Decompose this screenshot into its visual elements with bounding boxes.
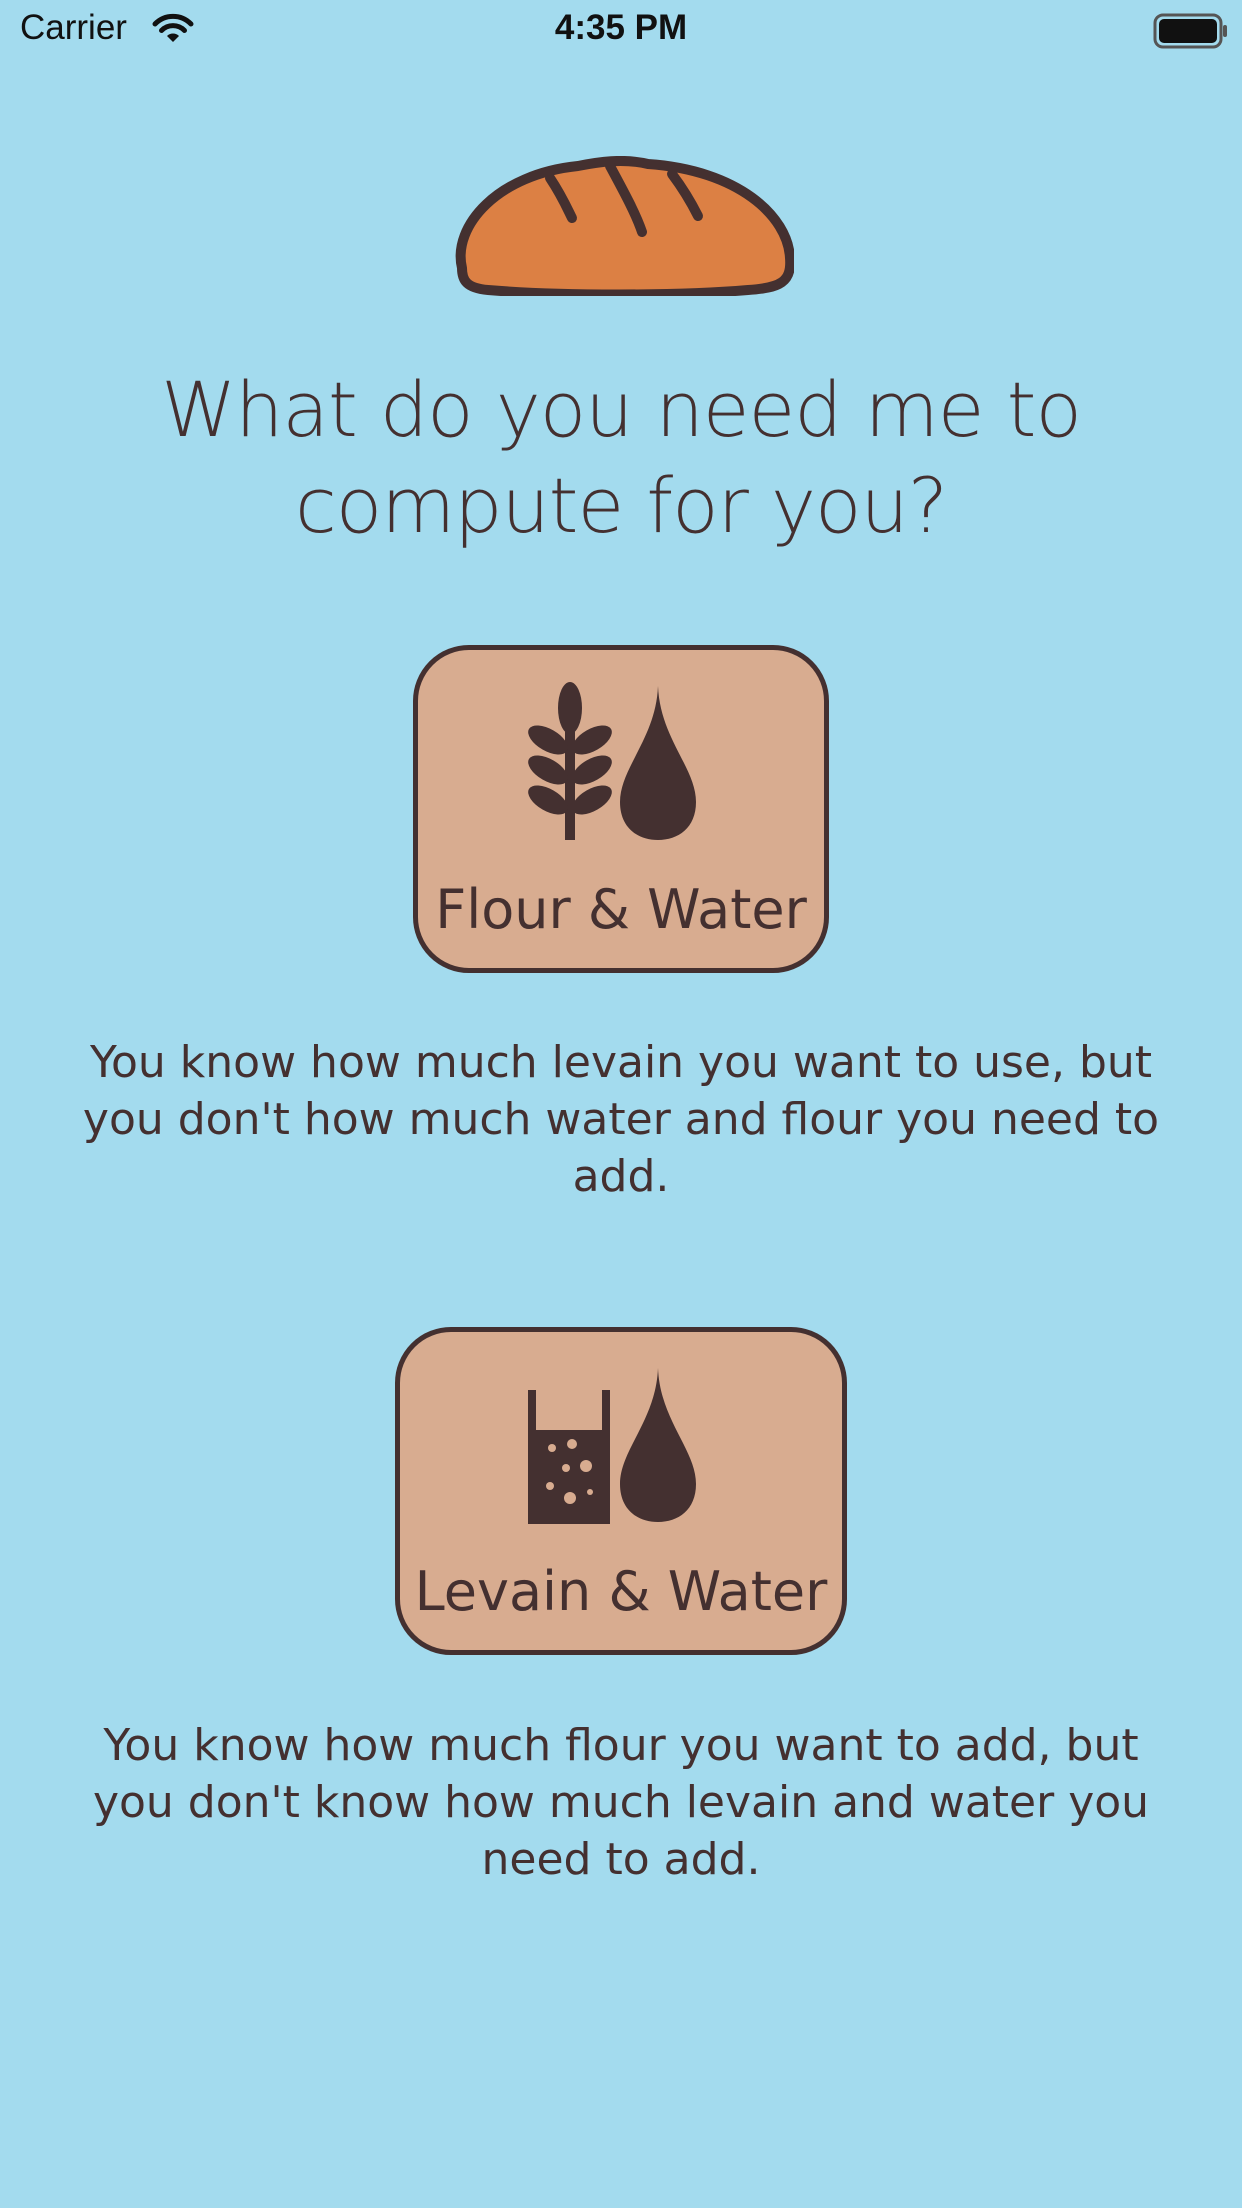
- flour-and-water-label: Flour & Water: [435, 878, 807, 941]
- water-drop-icon: [620, 1368, 696, 1522]
- page-title: What do you need me to compute for you?: [120, 362, 1122, 554]
- bread-loaf-icon: [448, 155, 796, 301]
- flour-and-water-description: You know how much levain you want to use…: [82, 1037, 1160, 1202]
- option-icons: [418, 678, 824, 848]
- levain-and-water-label: Levain & Water: [414, 1560, 828, 1623]
- levain-jar-icon: [528, 1390, 610, 1524]
- wheat-icon: [528, 682, 612, 840]
- status-time: 4:35 PM: [554, 8, 688, 47]
- water-drop-icon: [620, 686, 696, 840]
- battery-full-icon: [1153, 13, 1229, 54]
- flour-and-water-button[interactable]: Flour & Water: [413, 645, 829, 973]
- levain-and-water-description: You know how much flour you want to add,…: [92, 1720, 1150, 1885]
- option-icons: [400, 1360, 842, 1530]
- page-title-line-1: What do you need me to: [161, 365, 1082, 454]
- page-title-line-2: compute for you?: [294, 461, 948, 550]
- status-bar: Carrier 4:35 PM: [0, 0, 1242, 62]
- levain-and-water-button[interactable]: Levain & Water: [395, 1327, 847, 1655]
